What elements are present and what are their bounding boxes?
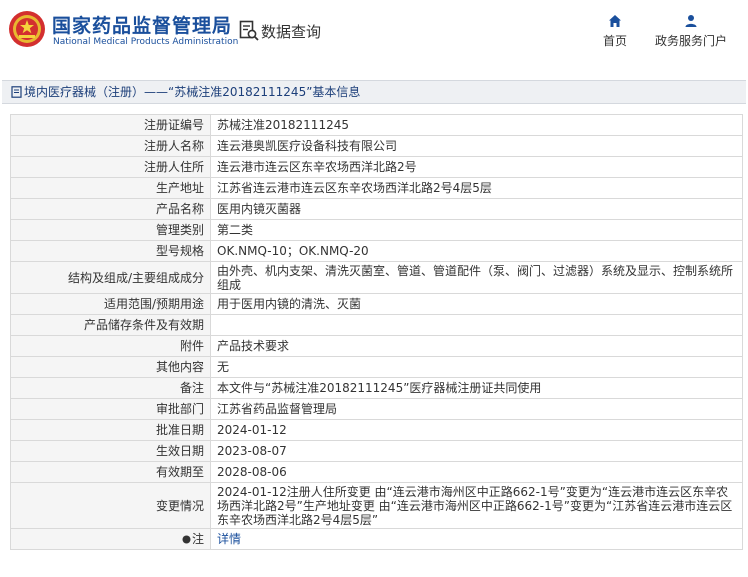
site-title-cn: 国家药品监督管理局 [52, 15, 233, 37]
nav-service-label: 政务服务门户 [654, 34, 727, 48]
table-row: 审批部门 江苏省药品监督管理局 [10, 398, 743, 420]
table-row: 产品名称 医用内镜灭菌器 [10, 198, 743, 220]
field-label: 其他内容 [10, 356, 211, 378]
home-icon [609, 15, 621, 27]
field-value: 2028-08-06 [210, 461, 743, 483]
table-row: 有效期至 2028-08-06 [10, 461, 743, 483]
field-label: 产品储存条件及有效期 [10, 314, 211, 336]
table-row: 注 详情 [10, 528, 743, 550]
field-label: 注册人住所 [10, 156, 211, 178]
field-value: 无 [210, 356, 743, 378]
field-label: 生产地址 [10, 177, 211, 199]
field-value: 苏械注准20182111245 [210, 114, 743, 136]
field-value: 连云港奥凯医疗设备科技有限公司 [210, 135, 743, 157]
table-row: 管理类别 第二类 [10, 219, 743, 241]
field-label: 管理类别 [10, 219, 211, 241]
field-label: 审批部门 [10, 398, 211, 420]
breadcrumb-text: 境内医疗器械（注册）——“苏械注准20182111245”基本信息 [24, 85, 361, 99]
field-label: 有效期至 [10, 461, 211, 483]
field-value: 由外壳、机内支架、清洗灭菌室、管道、管道配件（泵、阀门、过滤器）系统及显示、控制… [210, 261, 743, 294]
field-value: 2024-01-12注册人住所变更 由“连云港市海州区中正路662-1号”变更为… [210, 482, 743, 529]
field-value: 江苏省药品监督管理局 [210, 398, 743, 420]
nav-home-label: 首页 [602, 34, 627, 48]
field-value: 2023-08-07 [210, 440, 743, 462]
field-value: OK.NMQ-10；OK.NMQ-20 [210, 240, 743, 262]
field-label: 生效日期 [10, 440, 211, 462]
field-value: 用于医用内镜的清洗、灭菌 [210, 293, 743, 315]
field-label: 适用范围/预期用途 [10, 293, 211, 315]
field-value: 医用内镜灭菌器 [210, 198, 743, 220]
table-row: 结构及组成/主要组成成分 由外壳、机内支架、清洗灭菌室、管道、管道配件（泵、阀门、… [10, 261, 743, 294]
dot-icon [182, 535, 191, 544]
document-icon [11, 86, 22, 98]
field-label: 产品名称 [10, 198, 211, 220]
user-icon [685, 15, 697, 27]
table-row: 其他内容无 [10, 356, 743, 378]
table-row: 适用范围/预期用途 用于医用内镜的清洗、灭菌 [10, 293, 743, 315]
field-value [210, 314, 743, 336]
field-value: 江苏省连云港市连云区东辛农场西洋北路2号4层5层 [210, 177, 743, 199]
site-header: 国家药品监督管理局 National Medical Products Admi… [0, 0, 748, 62]
table-row: 生产地址 江苏省连云港市连云区东辛农场西洋北路2号4层5层 [10, 177, 743, 199]
nav-service-portal[interactable]: 政务服务门户 [650, 14, 732, 49]
table-row: 生效日期 2023-08-07 [10, 440, 743, 462]
note-label-cell: 注 [10, 528, 211, 550]
field-label: 备注 [10, 377, 211, 399]
nav-home[interactable]: 首页 [598, 14, 632, 49]
field-label: 注册人名称 [10, 135, 211, 157]
table-row: 注册人住所 连云港市连云区东辛农场西洋北路2号 [10, 156, 743, 178]
table-row: 产品储存条件及有效期 [10, 314, 743, 336]
field-label: 注 [191, 532, 204, 546]
field-value: 本文件与“苏械注准20182111245”医疗器械注册证共同使用 [210, 377, 743, 399]
field-value: 产品技术要求 [210, 335, 743, 357]
data-query-label[interactable]: 数据查询 [261, 21, 321, 42]
breadcrumb: 境内医疗器械（注册）——“苏械注准20182111245”基本信息 [2, 80, 746, 104]
national-emblem-icon [9, 11, 45, 47]
field-value: 2024-01-12 [210, 419, 743, 441]
device-info-table: 注册证编号 苏械注准20182111245 注册人名称 连云港奥凯医疗设备科技有限公… [10, 114, 743, 550]
table-row: 备注 本文件与“苏械注准20182111245”医疗器械注册证共同使用 [10, 377, 743, 399]
data-query-icon [239, 20, 259, 41]
field-label: 附件 [10, 335, 211, 357]
field-value: 第二类 [210, 219, 743, 241]
field-value: 连云港市连云区东辛农场西洋北路2号 [210, 156, 743, 178]
table-row: 注册人名称 连云港奥凯医疗设备科技有限公司 [10, 135, 743, 157]
field-label: 批准日期 [10, 419, 211, 441]
details-link[interactable]: 详情 [217, 532, 241, 546]
field-label: 变更情况 [10, 482, 211, 529]
field-label: 型号规格 [10, 240, 211, 262]
field-label: 结构及组成/主要组成成分 [10, 261, 211, 294]
table-row: 附件 产品技术要求 [10, 335, 743, 357]
note-value-cell: 详情 [210, 528, 743, 550]
table-row: 注册证编号 苏械注准20182111245 [10, 114, 743, 136]
site-title-en: National Medical Products Administration [53, 37, 239, 47]
table-row: 变更情况 2024-01-12注册人住所变更 由“连云港市海州区中正路662-1号… [10, 482, 743, 529]
table-row: 型号规格 OK.NMQ-10；OK.NMQ-20 [10, 240, 743, 262]
field-label: 注册证编号 [10, 114, 211, 136]
table-row: 批准日期 2024-01-12 [10, 419, 743, 441]
